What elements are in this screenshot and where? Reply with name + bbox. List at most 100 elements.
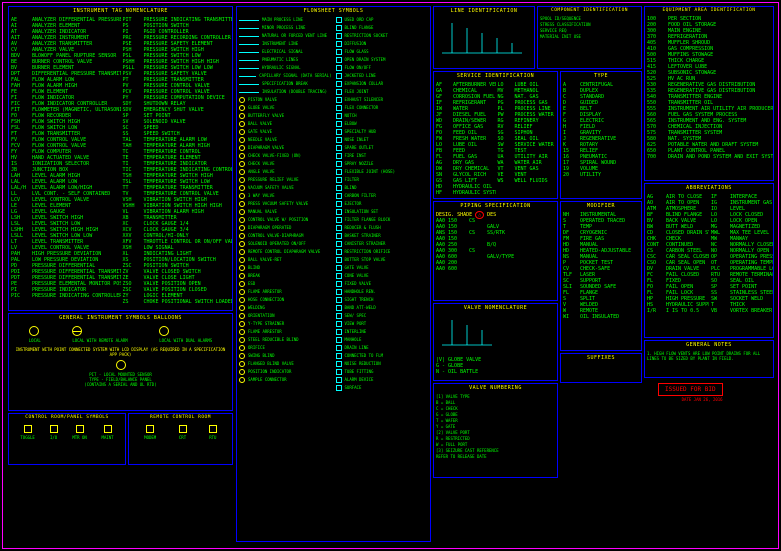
flow-symbol-item: FILTER: [336, 177, 429, 183]
list-row: PICPRESSURE INDICATING CONTROLLER: [11, 293, 119, 299]
stamp-date: JAN 26, 2016: [694, 397, 723, 402]
section-title: SERVICE IDENTIFICATION: [434, 72, 557, 80]
flow-line-item: SPECIFICATION BREAK: [239, 81, 332, 87]
service-id-section: SERVICE IDENTIFICATION AFAFTERBURNER VEN…: [433, 71, 558, 199]
flow-symbol-item: JACKETED LINE: [336, 73, 429, 79]
flow-symbol-item: REMOTE CONTROL DIAPHRAGM VALVE: [239, 249, 332, 255]
ctrl-sym: MAINT: [102, 425, 114, 440]
flow-symbol-item: GLOBE VALVE: [239, 105, 332, 111]
flow-symbol-item: STEEL REDUCIBLE BLIND: [239, 337, 332, 343]
drawing-frame: INSTRUMENT TAG NOMENCLATURE AEANALYZER D…: [2, 2, 779, 549]
flow-symbol-item: INSULATION SET: [336, 209, 429, 215]
flow-symbol-item: BASKET STRAINER: [336, 233, 429, 239]
flow-symbol-item: POSITION INDICATOR: [239, 369, 332, 375]
list-row: 700DRAIN AND POND SYSTEM AND EXIT SYSTEM: [647, 154, 771, 160]
flow-symbol-item: DIAPHRAGM OPERATED: [239, 225, 332, 231]
flow-symbol-item: DRAIN LINE: [336, 345, 429, 351]
flow-symbol-item: PRESSURE RELIEF VALVE: [239, 177, 332, 183]
modifier-section: MODIFIER NHINSTRUMENTALSOPERATED TRACEDT…: [560, 201, 642, 351]
flow-symbol-item: BALL VALVE-RET: [239, 257, 332, 263]
flow-symbol-item: ALARM DEVICE: [336, 377, 429, 383]
flow-symbol-item: FILTER FLANGE BLOCK: [336, 217, 429, 223]
list-row: 20UTILITY: [563, 172, 639, 178]
piping-spec-section: PIPING SPECIFICATION DESIG.SHADE△DES AA0…: [433, 201, 558, 301]
flow-symbol-item: FLEX CONNECTOR: [336, 105, 429, 111]
flow-symbol-item: NOISE REDUCTION: [336, 361, 429, 367]
section-title: ABBREVIATIONS: [645, 184, 773, 192]
section-title: INSTRUMENT TAG NOMENCLATURE: [9, 7, 232, 15]
flow-symbol-item: BUTTER STOP VALVE: [336, 257, 429, 263]
tag-col2: PITPRESSURE INDICATING TRANSMITTERPSPOSI…: [121, 15, 233, 307]
flow-symbol-item: USED ORD CAP: [336, 17, 429, 23]
flow-symbol-item: WELDING: [239, 305, 332, 311]
valve-num-item: REFER TO RELEASE DATE: [436, 454, 555, 460]
flow-line-item: INSULATION (DOUBLE TRACING): [239, 89, 332, 95]
tag-col1: AEANALYZER DIFFERENTIAL PRESSUREAIANALYZ…: [9, 15, 121, 307]
flow-symbol-item: CANISTER STRAINER: [336, 241, 429, 247]
flow-symbol-item: SOLENOID OPERATED ON/OFF: [239, 241, 332, 247]
flow-symbol-item: MANHOLE: [336, 337, 429, 343]
section-title: SUFFIXES: [561, 354, 641, 362]
flow-symbol-item: NOSE INLET: [336, 137, 429, 143]
comp-id-section: COMPONENT IDENTIFICATION SPOOL ID/SEQUEN…: [537, 6, 642, 69]
remote-sym: RTU: [209, 425, 217, 440]
section-title: FLOWSHEET SYMBOLS: [237, 7, 430, 15]
flow-symbol-item: NEEDLE VALVE: [239, 137, 332, 143]
flow-symbol-item: RESTRICTION SOCKET: [336, 33, 429, 39]
list-row: WIOIL INSULATED: [563, 314, 639, 320]
flow-symbol-item: DIFFUSION: [336, 41, 429, 47]
flow-symbol-item: 3 WAY VALVE: [239, 193, 332, 199]
section-title: GENERAL INSTRUMENT SYMBOLS BALLOONS: [9, 314, 232, 322]
balloons-note2: PIT - LOCAL MOUNTED SENSOR TYPE - FIELD/…: [9, 370, 232, 389]
ctrl-sym: TOGGLE: [20, 425, 34, 440]
type-section: TYPE ACENTRIFUGALBDUPLEXCSTANDARDDGUIDED…: [560, 71, 642, 199]
list-row: VBVORTEX BREAKER: [711, 308, 771, 314]
balloon-remote-icon: [72, 326, 82, 336]
section-title: VALVE NOMENCLATURE: [434, 304, 557, 312]
ctrl-sym: MTR ON: [72, 425, 86, 440]
flow-symbol-item: BLIND: [336, 185, 429, 191]
flow-line-item: CAPILLARY SIGNAL (DATA SERIAL): [239, 73, 332, 79]
flow-line-item: ELECTRICAL SIGNAL: [239, 49, 332, 55]
section-title: TYPE: [561, 72, 641, 80]
line-id-section: LINE IDENTIFICATION: [433, 6, 535, 69]
flow-symbol-item: BLIND: [239, 265, 332, 271]
section-title: CONTROL ROOM/PANEL SYMBOLS: [9, 414, 125, 421]
balloon-local-icon: [29, 326, 39, 336]
piping-row: AA0 600: [436, 266, 555, 272]
flow-symbol-item: CONE VALVE: [336, 273, 429, 279]
flow-symbol-item: DIAPHRAGM VALVE: [239, 145, 332, 151]
flow-symbol-item: CHECK VALVE: [239, 161, 332, 167]
note-balloon-icon: [116, 360, 126, 370]
flow-symbol-item: ORIENTATION: [239, 313, 332, 319]
valve-nom-item: N - OIL BATTLE: [436, 369, 555, 375]
section-title: EQUIPMENT AREA IDENTIFICATION: [645, 7, 773, 14]
flow-symbol-item: Y-TYPE STRAINER: [239, 321, 332, 327]
flow-symbol-item: BLIND FLANGE: [336, 25, 429, 31]
balloons-section: GENERAL INSTRUMENT SYMBOLS BALLOONS LOCA…: [8, 313, 233, 411]
flow-symbol-item: ESD: [239, 281, 332, 287]
section-title: PIPING SPECIFICATION: [434, 202, 557, 210]
flow-line-item: HYDRAULIC SIGNAL: [239, 65, 332, 71]
flow-line-item: PNEUMATIC LINES: [239, 57, 332, 63]
flow-symbol-item: FLOW GLASS: [336, 49, 429, 55]
flow-symbol-item: EJECTOR: [336, 201, 429, 207]
flow-symbol-item: MANUAL VALVE: [239, 209, 332, 215]
flow-symbol-item: SPECIALTY HUB: [336, 129, 429, 135]
flow-symbol-item: BALL VALVE: [239, 121, 332, 127]
remote-sym: MODEM: [144, 425, 156, 440]
flow-symbol-item: EXPANSION COLLAR: [336, 81, 429, 87]
equip-area-section: EQUIPMENT AREA IDENTIFICATION 100PER SEC…: [644, 6, 774, 181]
flow-symbol-item: FLEX JOINT: [336, 89, 429, 95]
flow-symbol-item: INTERLINE: [336, 329, 429, 335]
flow-symbol-item: SWING BLIND: [239, 353, 332, 359]
section-title: MODIFIER: [561, 202, 641, 210]
ctrl-sym: I/O: [50, 425, 58, 440]
list-row: I/RI IS TO 0.5: [647, 308, 707, 314]
flow-symbol-item: FLOW ON/OFF: [336, 65, 429, 71]
flow-symbol-item: PISTON VALVE: [239, 97, 332, 103]
section-title: VALVE NUMBERING: [434, 384, 557, 392]
flow-symbol-item: ELBOW: [336, 121, 429, 127]
flow-symbol-item: HANDHOLE REN.: [336, 289, 429, 295]
flow-symbol-item: CONTROL VALVE W/ POSITION: [239, 217, 332, 223]
